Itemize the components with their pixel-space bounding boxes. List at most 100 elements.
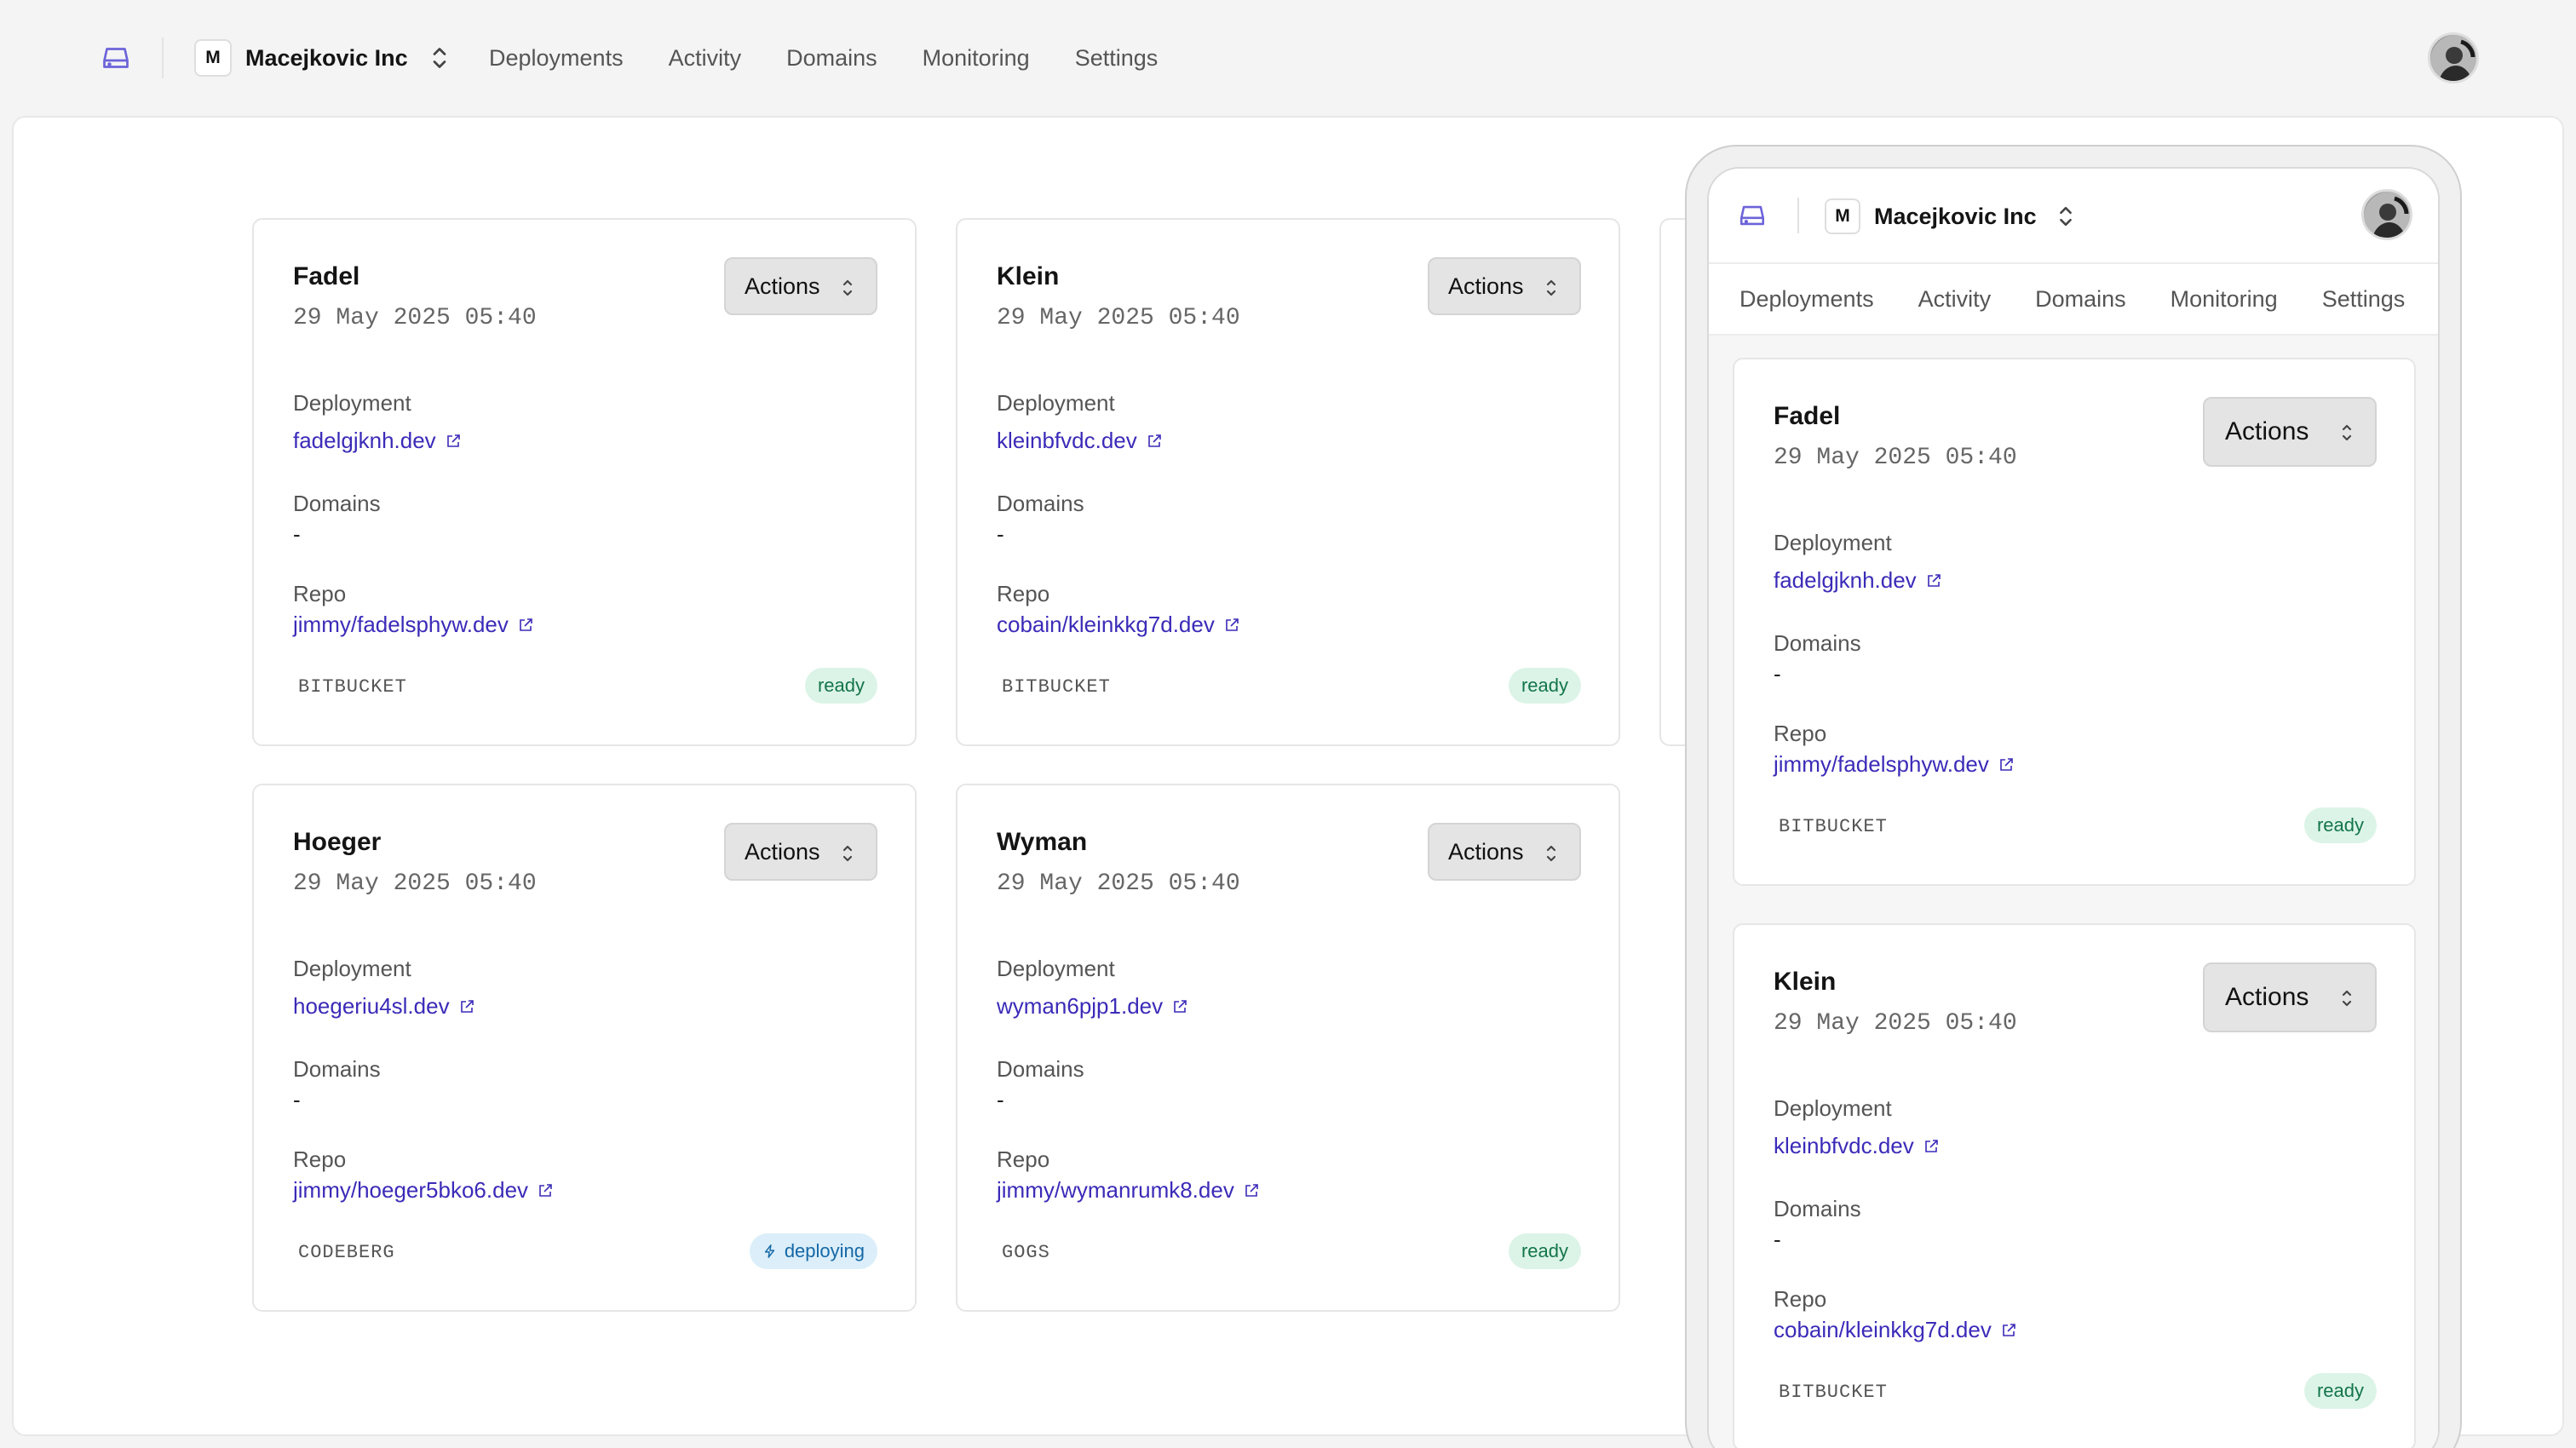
- git-provider: BITBUCKET: [298, 676, 407, 698]
- card-name: Fadel: [1774, 402, 1841, 430]
- actions-button[interactable]: Actions: [2203, 962, 2377, 1032]
- repo-link[interactable]: jimmy/wymanrumk8.dev: [997, 1177, 1260, 1204]
- user-avatar[interactable]: [2428, 32, 2479, 83]
- actions-button[interactable]: Actions: [1428, 823, 1581, 881]
- org-name: Macejkovic Inc: [1874, 203, 2037, 229]
- repo-label: Repo: [997, 1146, 1050, 1172]
- card-name: Wyman: [997, 828, 1088, 856]
- nav-link-monitoring[interactable]: Monitoring: [923, 45, 1030, 72]
- deployment-link[interactable]: kleinbfvdc.dev: [1774, 1133, 1940, 1159]
- actions-label: Actions: [1448, 838, 1524, 865]
- repo-link[interactable]: cobain/kleinkkg7d.dev: [1774, 1317, 2017, 1343]
- deployment-card: Fadel 29 May 2025 05:40 Actions Deployme…: [1733, 358, 2416, 886]
- card-timestamp: 29 May 2025 05:40: [1774, 1010, 2017, 1037]
- org-switcher[interactable]: M Macejkovic Inc: [1825, 198, 2074, 235]
- main-nav-links: Deployments Activity Domains Monitoring …: [489, 37, 1158, 78]
- org-badge: M: [1825, 198, 1860, 234]
- repo-path: jimmy/hoeger5bko6.dev: [293, 1177, 529, 1203]
- repo-link[interactable]: cobain/kleinkkg7d.dev: [997, 612, 1240, 638]
- nav-divider: [1797, 198, 1799, 233]
- actions-button[interactable]: Actions: [724, 257, 877, 315]
- repo-link[interactable]: jimmy/hoeger5bko6.dev: [293, 1177, 554, 1204]
- nav-link-deployments[interactable]: Deployments: [1739, 286, 1874, 313]
- card-timestamp: 29 May 2025 05:40: [293, 871, 537, 897]
- nav-link-settings[interactable]: Settings: [1075, 45, 1159, 72]
- deployment-link[interactable]: wyman6pjp1.dev: [997, 993, 1188, 1020]
- status-badge: deploying: [749, 1233, 877, 1269]
- actions-button[interactable]: Actions: [1428, 257, 1581, 315]
- external-link-icon: [1174, 999, 1187, 1013]
- deployment-url: kleinbfvdc.dev: [997, 428, 1137, 453]
- domains-label: Domains: [293, 491, 381, 516]
- deployment-link[interactable]: hoegeriu4sl.dev: [293, 993, 475, 1020]
- deployment-url: kleinbfvdc.dev: [1774, 1133, 1914, 1158]
- nav-link-activity[interactable]: Activity: [1918, 286, 1992, 313]
- nav-link-domains[interactable]: Domains: [2035, 286, 2126, 313]
- repo-label: Repo: [1774, 1286, 1827, 1312]
- external-link-icon: [1147, 434, 1161, 447]
- deployment-link[interactable]: kleinbfvdc.dev: [997, 428, 1163, 454]
- external-link-icon: [446, 434, 460, 447]
- deployment-label: Deployment: [1774, 530, 1892, 555]
- deployment-card: Fadel 29 May 2025 05:40 Actions Deployme…: [252, 218, 917, 746]
- chevron-up-down-icon: [433, 48, 446, 68]
- server-drive-icon[interactable]: [1738, 201, 1767, 230]
- card-name: Fadel: [293, 262, 360, 290]
- deployment-link[interactable]: fadelgjknh.dev: [1774, 567, 1942, 594]
- domains-value: -: [293, 521, 301, 547]
- deployment-card: Klein 29 May 2025 05:40 Actions Deployme…: [956, 218, 1620, 746]
- deployment-url: fadelgjknh.dev: [1774, 567, 1917, 593]
- lightning-bolt-icon: [764, 1244, 775, 1258]
- external-link-icon: [2003, 1323, 2015, 1336]
- nav-link-domains[interactable]: Domains: [786, 45, 877, 72]
- deployment-url: hoegeriu4sl.dev: [293, 993, 450, 1019]
- deployment-label: Deployment: [997, 390, 1115, 416]
- git-provider: BITBUCKET: [1002, 676, 1111, 698]
- git-provider: BITBUCKET: [1779, 1382, 1888, 1403]
- external-link-icon: [460, 999, 474, 1013]
- repo-link[interactable]: jimmy/fadelsphyw.dev: [293, 612, 534, 638]
- nav-divider: [162, 37, 164, 78]
- external-link-icon: [520, 618, 532, 631]
- org-switcher[interactable]: M Macejkovic Inc: [194, 37, 449, 78]
- domains-label: Domains: [1774, 630, 1861, 656]
- status-badge: ready: [2303, 1373, 2377, 1409]
- deployment-url: fadelgjknh.dev: [293, 428, 436, 453]
- card-timestamp: 29 May 2025 05:40: [1774, 445, 2017, 471]
- nav-link-monitoring[interactable]: Monitoring: [2171, 286, 2278, 313]
- card-name: Klein: [997, 262, 1060, 290]
- user-avatar[interactable]: [2361, 189, 2412, 240]
- git-provider: GOGS: [1002, 1242, 1050, 1263]
- actions-button[interactable]: Actions: [2203, 397, 2377, 467]
- card-timestamp: 29 May 2025 05:40: [997, 305, 1240, 331]
- chevron-up-down-icon: [2342, 424, 2352, 441]
- repo-path: cobain/kleinkkg7d.dev: [997, 612, 1215, 637]
- deployment-card: Klein 29 May 2025 05:40 Actions Deployme…: [1733, 923, 2416, 1448]
- repo-link[interactable]: jimmy/fadelsphyw.dev: [1774, 751, 2015, 778]
- nav-link-settings[interactable]: Settings: [2322, 286, 2406, 313]
- actions-label: Actions: [2225, 983, 2309, 1011]
- nav-link-activity[interactable]: Activity: [669, 45, 742, 72]
- deployment-label: Deployment: [1774, 1095, 1892, 1121]
- deployment-link[interactable]: fadelgjknh.dev: [293, 428, 462, 454]
- nav-link-deployments[interactable]: Deployments: [489, 45, 624, 72]
- repo-path: cobain/kleinkkg7d.dev: [1774, 1317, 1992, 1342]
- actions-label: Actions: [745, 838, 820, 865]
- status-badge: ready: [804, 668, 877, 704]
- org-badge: M: [194, 39, 232, 77]
- mobile-nav-tabs: Deployments Activity Domains Monitoring …: [1709, 262, 2438, 336]
- deployment-card: Hoeger 29 May 2025 05:40 Actions Deploym…: [252, 784, 917, 1312]
- domains-label: Domains: [997, 1056, 1084, 1082]
- actions-label: Actions: [2225, 417, 2309, 445]
- mobile-content: Fadel 29 May 2025 05:40 Actions Deployme…: [1709, 336, 2438, 1448]
- actions-button[interactable]: Actions: [724, 823, 877, 881]
- domains-label: Domains: [997, 491, 1084, 516]
- mobile-preview-screen: M Macejkovic Inc Deployments Activity Do…: [1707, 167, 2440, 1448]
- status-badge: ready: [1508, 1233, 1581, 1269]
- chevron-up-down-icon: [842, 845, 853, 862]
- status-badge: ready: [2303, 807, 2377, 843]
- mobile-header: M Macejkovic Inc: [1709, 169, 2438, 262]
- server-drive-icon[interactable]: [101, 43, 131, 73]
- card-timestamp: 29 May 2025 05:40: [293, 305, 537, 331]
- external-link-icon: [2000, 757, 2013, 771]
